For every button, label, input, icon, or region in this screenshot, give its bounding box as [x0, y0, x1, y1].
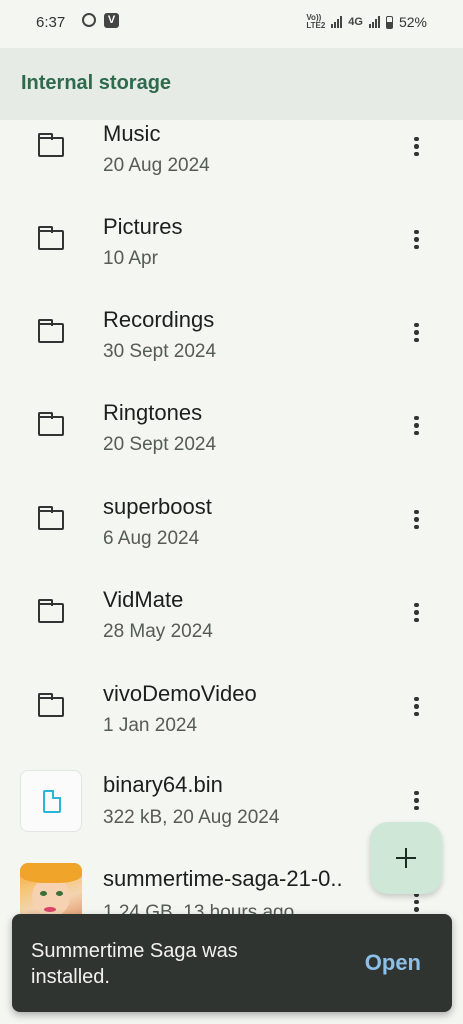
file-meta: 30 Sept 2024 — [103, 341, 217, 362]
more-options-icon[interactable] — [406, 228, 426, 252]
snackbar: Summertime Saga was installed. Open — [12, 914, 452, 1012]
more-options-icon[interactable] — [406, 135, 426, 159]
more-options-icon[interactable] — [406, 601, 426, 625]
file-meta: 1 Jan 2024 — [103, 715, 198, 736]
list-item-music[interactable]: Music 20 Aug 2024 — [0, 120, 463, 193]
app-notification-icon: V — [104, 13, 119, 28]
file-name: Recordings — [103, 307, 215, 332]
file-meta: 20 Sept 2024 — [103, 434, 217, 455]
file-name: VidMate — [103, 587, 184, 612]
file-meta: 28 May 2024 — [103, 621, 213, 642]
folder-icon — [37, 318, 64, 343]
page-title: Internal storage — [21, 72, 172, 94]
snackbar-message: Summertime Saga was installed. — [31, 940, 238, 988]
list-item-vivodemovideo[interactable]: vivoDemoVideo 1 Jan 2024 — [0, 660, 463, 753]
volte-icon: Vo)) LTE2 — [306, 13, 326, 30]
signal-icon-sim2 — [368, 16, 380, 28]
battery-icon — [385, 15, 393, 29]
list-item-superboost[interactable]: superboost 6 Aug 2024 — [0, 473, 463, 566]
more-options-icon[interactable] — [406, 695, 426, 719]
file-meta: 6 Aug 2024 — [103, 528, 200, 549]
list-item-recordings[interactable]: Recordings 30 Sept 2024 — [0, 286, 463, 379]
battery-percent: 52% — [398, 14, 427, 30]
document-icon — [43, 789, 61, 813]
more-options-icon[interactable] — [406, 321, 426, 345]
file-name: Ringtones — [103, 400, 203, 425]
snackbar-open-button[interactable]: Open — [365, 950, 421, 976]
folder-icon — [37, 692, 64, 717]
file-meta: 20 Aug 2024 — [103, 155, 210, 176]
list-item-vidmate[interactable]: VidMate 28 May 2024 — [0, 566, 463, 659]
app-bar: Internal storage — [0, 48, 463, 120]
folder-icon — [37, 505, 64, 530]
list-item-ringtones[interactable]: Ringtones 20 Sept 2024 — [0, 379, 463, 472]
more-options-icon[interactable] — [406, 414, 426, 438]
file-name: summertime-saga-21-0.. — [103, 866, 343, 891]
network-type: 4G — [348, 16, 363, 28]
folder-icon — [37, 132, 64, 157]
status-bar: 6:37 V Vo)) LTE2 4G 52% — [0, 0, 463, 48]
add-button[interactable] — [370, 822, 442, 894]
file-thumbnail — [20, 769, 82, 832]
file-name: Music — [103, 121, 161, 146]
sync-notification-icon — [82, 13, 96, 27]
file-meta: 322 kB, 20 Aug 2024 — [103, 807, 280, 828]
folder-icon — [37, 598, 64, 623]
folder-icon — [37, 411, 64, 436]
list-item-pictures[interactable]: Pictures 10 Apr — [0, 193, 463, 286]
more-options-icon[interactable] — [406, 508, 426, 532]
file-name: vivoDemoVideo — [103, 681, 257, 706]
file-name: superboost — [103, 494, 212, 519]
more-options-icon[interactable] — [406, 789, 426, 813]
folder-icon — [37, 225, 64, 250]
file-meta: 10 Apr — [103, 248, 158, 269]
status-time: 6:37 — [36, 14, 66, 31]
status-right: Vo)) LTE2 4G 52% — [306, 13, 427, 31]
signal-icon-sim1 — [331, 16, 343, 28]
file-name: Pictures — [103, 214, 183, 239]
file-name: binary64.bin — [103, 772, 223, 797]
